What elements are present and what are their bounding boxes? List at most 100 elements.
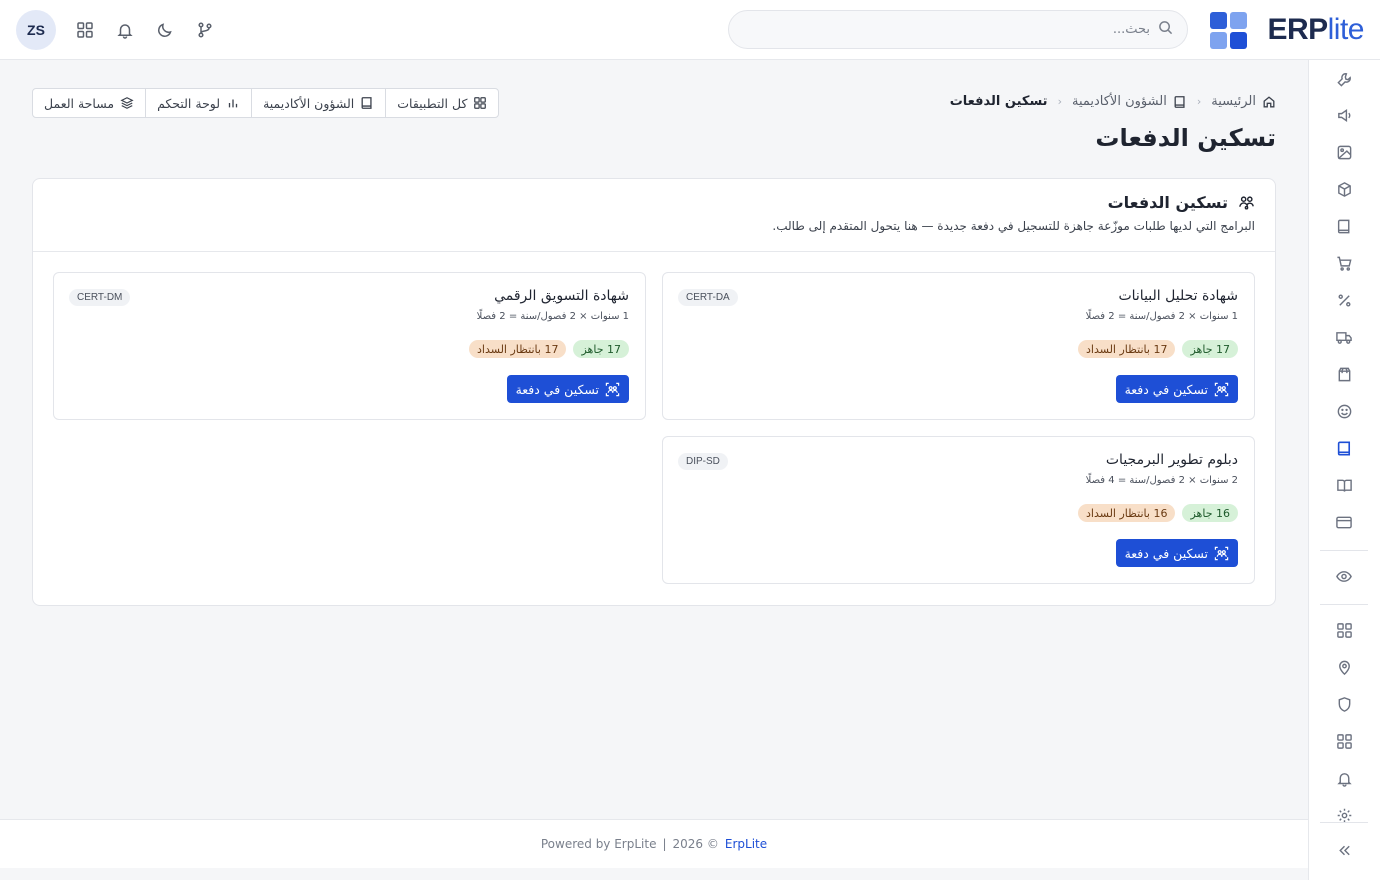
sidebar-item-library[interactable] [1332, 473, 1356, 497]
program-code-badge: CERT-DA [678, 289, 738, 306]
sidebar-item-locations[interactable] [1332, 655, 1356, 679]
chevrons-left-icon [1338, 845, 1350, 855]
sidebar-item-sales[interactable] [1332, 251, 1356, 275]
program-name: شهادة تحليل البيانات [1118, 288, 1238, 304]
breadcrumb-home[interactable]: الرئيسية [1211, 94, 1276, 109]
sidebar-item-settings[interactable] [1332, 803, 1356, 827]
search-icon [1158, 20, 1173, 39]
sidebar-divider [1320, 604, 1368, 605]
top-bar-actions: ZS [16, 10, 222, 50]
program-card: دبلوم تطوير البرمجيات 2 سنوات × 2 فصول/س… [662, 436, 1255, 584]
page-title: تسكين الدفعات [1095, 124, 1276, 152]
footer-link[interactable]: ErpLite [725, 837, 767, 851]
search-box[interactable] [728, 10, 1188, 49]
sidebar-item-media[interactable] [1332, 140, 1356, 164]
grid-icon [1336, 733, 1352, 749]
card-title: تسكين الدفعات [53, 193, 1255, 212]
sidebar-item-payments[interactable] [1332, 510, 1356, 534]
program-name: دبلوم تطوير البرمجيات [1105, 452, 1238, 468]
footer-powered-by: Powered by ErpLite [540, 837, 657, 851]
sidebar-item-inventory[interactable] [1332, 177, 1356, 201]
sidebar-item-announcements[interactable] [1332, 103, 1356, 127]
program-code-badge: DIP-SD [678, 453, 728, 470]
eye-icon [1336, 570, 1352, 582]
sidebar-item-apps[interactable] [1332, 729, 1356, 753]
program-meta: 1 سنوات × 2 فصول/سنة = 2 فصلًا [476, 311, 629, 322]
program-badges: 17 جاهز 17 بانتظار السداد [469, 340, 629, 358]
sidebar-item-modules[interactable] [1332, 618, 1356, 642]
brand-logo[interactable]: ERPlite [1210, 11, 1365, 49]
main-content: الرئيسية ‹ الشؤون الأكاديمية ‹ تسكين الد… [0, 60, 1308, 820]
sidebar-item-alerts[interactable] [1332, 766, 1356, 790]
users-select-icon [1214, 546, 1229, 560]
sidebar-divider [1320, 822, 1368, 823]
quick-link-dashboard[interactable]: لوحة التحكم [145, 89, 251, 117]
sidebar-item-delivery[interactable] [1332, 325, 1356, 349]
sidebar-item-view[interactable] [1332, 564, 1356, 588]
place-in-batch-button[interactable]: تسكين في دفعة [1115, 539, 1238, 567]
program-meta: 2 سنوات × 2 فصول/سنة = 4 فصلًا [1085, 475, 1238, 486]
place-in-batch-button[interactable]: تسكين في دفعة [1115, 375, 1238, 403]
pending-badge: 16 بانتظار السداد [1078, 504, 1176, 522]
users-select-icon [605, 382, 620, 396]
box-icon [1337, 181, 1351, 197]
theme-toggle-button[interactable] [148, 13, 182, 47]
wrench-icon [1336, 72, 1351, 87]
footer: Powered by ErpLite | 2026 © ErpLite [0, 819, 1308, 868]
book-icon [1337, 441, 1350, 455]
open-book-icon [1336, 479, 1352, 492]
sidebar-item-purchases[interactable] [1332, 362, 1356, 386]
footer-copyright: 2026 © [672, 837, 719, 851]
sidebar-item-discounts[interactable] [1332, 288, 1356, 312]
program-meta: 1 سنوات × 2 فصول/سنة = 2 فصلًا [1085, 311, 1238, 322]
user-avatar[interactable]: ZS [16, 10, 56, 50]
bell-icon [1336, 772, 1352, 787]
branch-button[interactable] [188, 13, 222, 47]
program-name: شهادة التسويق الرقمي [494, 288, 629, 304]
sidebar-collapse-button[interactable] [1332, 838, 1356, 862]
layers-icon [120, 97, 134, 109]
chevron-left-icon: ‹ [1196, 95, 1202, 108]
chevron-left-icon: ‹ [1057, 95, 1062, 108]
ready-badge: 17 جاهز [573, 340, 629, 358]
sidebar-item-academics[interactable] [1332, 436, 1356, 460]
card-header: تسكين الدفعات البرامج التي لديها طلبات م… [33, 179, 1275, 252]
notifications-button[interactable] [108, 13, 142, 47]
sidebar [1308, 60, 1380, 880]
quick-link-workspace[interactable]: مساحة العمل [33, 89, 145, 117]
program-code-badge: CERT-DM [69, 289, 131, 306]
sidebar-item-ledger[interactable] [1332, 214, 1356, 238]
smile-icon [1337, 404, 1351, 418]
program-badges: 16 جاهز 16 بانتظار السداد [1078, 504, 1238, 522]
users-icon [1239, 196, 1254, 210]
users-select-icon [1214, 382, 1229, 396]
breadcrumb-academics[interactable]: الشؤون الأكاديمية [1072, 94, 1187, 109]
sidebar-item-security[interactable] [1332, 692, 1356, 716]
credit-card-icon [1336, 516, 1352, 528]
book-icon [361, 97, 372, 109]
program-badges: 17 جاهز 17 بانتظار السداد [1078, 340, 1238, 358]
program-card: شهادة التسويق الرقمي 1 سنوات × 2 فصول/سن… [53, 272, 646, 420]
gear-icon [1337, 808, 1351, 822]
brand-mark-icon [1210, 11, 1248, 49]
apps-grid-button[interactable] [68, 13, 102, 47]
map-pin-icon [1338, 660, 1350, 675]
place-in-batch-button[interactable]: تسكين في دفعة [506, 375, 629, 403]
ready-badge: 16 جاهز [1182, 504, 1238, 522]
image-icon [1337, 145, 1351, 159]
search-input[interactable] [770, 22, 1150, 37]
pending-badge: 17 بانتظار السداد [1078, 340, 1176, 358]
quick-link-all-apps[interactable]: كل التطبيقات [385, 89, 498, 117]
sidebar-divider [1320, 550, 1368, 551]
sidebar-item-tools[interactable] [1332, 67, 1356, 91]
megaphone-icon [1337, 108, 1350, 122]
grid-icon [474, 97, 487, 109]
shield-icon [1338, 696, 1350, 712]
quick-link-academics[interactable]: الشؤون الأكاديمية [251, 89, 385, 117]
breadcrumb-current: تسكين الدفعات [949, 94, 1048, 109]
moon-icon [158, 23, 172, 37]
bell-icon [117, 24, 133, 39]
sidebar-item-customers[interactable] [1332, 399, 1356, 423]
card-subtitle: البرامج التي لديها طلبات موزّعة جاهزة لل… [772, 219, 1255, 233]
percent-icon [1338, 294, 1350, 306]
